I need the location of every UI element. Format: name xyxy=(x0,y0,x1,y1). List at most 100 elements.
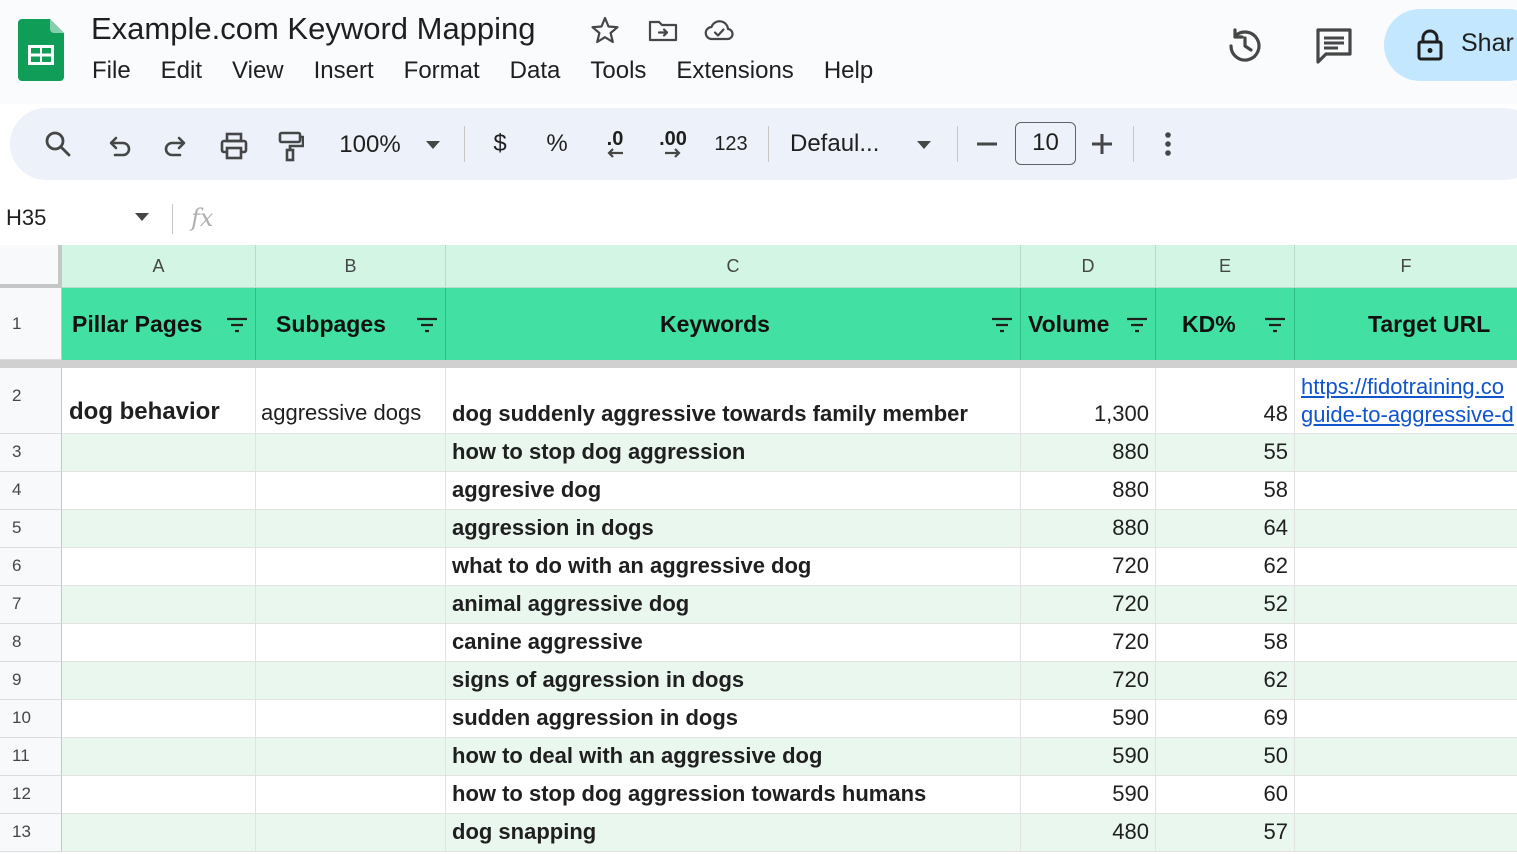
menu-tools[interactable]: Tools xyxy=(590,57,646,85)
filter-icon[interactable] xyxy=(226,317,248,333)
cell-target-url[interactable] xyxy=(1295,548,1517,586)
formula-input[interactable] xyxy=(230,204,1510,236)
cell-keyword[interactable]: how to deal with an aggressive dog xyxy=(446,738,1021,776)
cell-kd[interactable]: 60 xyxy=(1156,776,1295,814)
cell-kd[interactable]: 64 xyxy=(1156,510,1295,548)
cell-kd[interactable]: 58 xyxy=(1156,472,1295,510)
cell-pillar[interactable] xyxy=(62,548,256,586)
cell-kd[interactable]: 58 xyxy=(1156,624,1295,662)
cell-pillar[interactable] xyxy=(62,776,256,814)
cell-pillar[interactable] xyxy=(62,624,256,662)
cell-keyword[interactable]: what to do with an aggressive dog xyxy=(446,548,1021,586)
font-family-select[interactable]: Defaul... xyxy=(790,108,898,180)
cell-subpage[interactable] xyxy=(256,738,446,776)
chevron-down-icon[interactable] xyxy=(134,212,150,222)
font-dropdown-button[interactable] xyxy=(911,109,937,181)
menu-edit[interactable]: Edit xyxy=(161,57,202,85)
cell-pillar[interactable] xyxy=(62,434,256,472)
row-header-12[interactable]: 12 xyxy=(0,776,62,814)
cell-pillar[interactable] xyxy=(62,510,256,548)
cell-target-url[interactable] xyxy=(1295,586,1517,624)
row-header-3[interactable]: 3 xyxy=(0,434,62,472)
cell-kd[interactable]: 55 xyxy=(1156,434,1295,472)
row-header-6[interactable]: 6 xyxy=(0,548,62,586)
menu-view[interactable]: View xyxy=(232,57,284,85)
cell-target-url[interactable] xyxy=(1295,738,1517,776)
row-header-13[interactable]: 13 xyxy=(0,814,62,852)
cell-kd[interactable]: 50 xyxy=(1156,738,1295,776)
redo-button[interactable] xyxy=(159,110,193,182)
document-title[interactable]: Example.com Keyword Mapping xyxy=(91,11,536,47)
cell-keyword[interactable]: how to stop dog aggression xyxy=(446,434,1021,472)
cell-keyword[interactable]: sudden aggression in dogs xyxy=(446,700,1021,738)
increase-decimal-button[interactable]: .00 xyxy=(652,108,694,180)
row-header-11[interactable]: 11 xyxy=(0,738,62,776)
select-all-corner[interactable] xyxy=(0,245,62,288)
target-url-link[interactable]: https://fidotraining.co xyxy=(1301,373,1517,401)
header-cell-subpages[interactable]: Subpages xyxy=(256,288,446,360)
row-header-7[interactable]: 7 xyxy=(0,586,62,624)
cell-volume[interactable]: 720 xyxy=(1021,624,1156,662)
cell-target-url[interactable] xyxy=(1295,472,1517,510)
cell-subpage[interactable] xyxy=(256,624,446,662)
cell-subpage[interactable] xyxy=(256,700,446,738)
menu-extensions[interactable]: Extensions xyxy=(676,57,793,85)
header-cell-target-url[interactable]: Target URL xyxy=(1295,288,1517,360)
cell-subpage[interactable] xyxy=(256,662,446,700)
cell-pillar[interactable]: dog behavior xyxy=(62,368,256,434)
cell-volume[interactable]: 720 xyxy=(1021,662,1156,700)
cell-target-url[interactable] xyxy=(1295,434,1517,472)
cell-target-url[interactable] xyxy=(1295,510,1517,548)
header-cell-pillar-pages[interactable]: Pillar Pages xyxy=(62,288,256,360)
cell-pillar[interactable] xyxy=(62,738,256,776)
column-header-d[interactable]: D xyxy=(1021,245,1156,288)
cell-subpage[interactable] xyxy=(256,586,446,624)
cell-volume[interactable]: 720 xyxy=(1021,548,1156,586)
row-header-1[interactable]: 1 xyxy=(0,288,62,360)
cell-pillar[interactable] xyxy=(62,700,256,738)
format-currency-button[interactable]: $ xyxy=(484,108,516,180)
menu-file[interactable]: File xyxy=(92,57,131,85)
cell-subpage[interactable] xyxy=(256,814,446,852)
cell-pillar[interactable] xyxy=(62,472,256,510)
cloud-saved-icon[interactable] xyxy=(703,14,735,46)
menu-format[interactable]: Format xyxy=(404,57,480,85)
filter-icon[interactable] xyxy=(416,317,438,333)
filter-icon[interactable] xyxy=(991,317,1013,333)
menu-help[interactable]: Help xyxy=(824,57,873,85)
frozen-rows-divider[interactable] xyxy=(0,360,1517,368)
cell-subpage[interactable] xyxy=(256,434,446,472)
header-cell-kd[interactable]: KD% xyxy=(1156,288,1295,360)
cell-target-url[interactable] xyxy=(1295,814,1517,852)
cell-volume[interactable]: 1,300 xyxy=(1021,368,1156,434)
comments-icon[interactable] xyxy=(1312,24,1356,68)
column-header-c[interactable]: C xyxy=(446,245,1021,288)
increase-font-size-button[interactable] xyxy=(1088,108,1116,180)
column-header-f[interactable]: F xyxy=(1295,245,1517,288)
cell-volume[interactable]: 590 xyxy=(1021,738,1156,776)
print-button[interactable] xyxy=(216,110,252,182)
cell-subpage[interactable] xyxy=(256,548,446,586)
header-cell-volume[interactable]: Volume xyxy=(1021,288,1156,360)
menu-insert[interactable]: Insert xyxy=(314,57,374,85)
cell-kd[interactable]: 69 xyxy=(1156,700,1295,738)
cell-keyword[interactable]: canine aggressive xyxy=(446,624,1021,662)
cell-subpage[interactable] xyxy=(256,472,446,510)
cell-subpage[interactable] xyxy=(256,776,446,814)
move-to-folder-icon[interactable] xyxy=(647,14,679,46)
cell-volume[interactable]: 720 xyxy=(1021,586,1156,624)
cell-keyword[interactable]: aggresive dog xyxy=(446,472,1021,510)
cell-target-url[interactable] xyxy=(1295,700,1517,738)
cell-subpage[interactable] xyxy=(256,510,446,548)
cell-keyword[interactable]: how to stop dog aggression towards human… xyxy=(446,776,1021,814)
cell-volume[interactable]: 480 xyxy=(1021,814,1156,852)
undo-button[interactable] xyxy=(102,110,136,182)
cell-volume[interactable]: 590 xyxy=(1021,700,1156,738)
decrease-font-size-button[interactable] xyxy=(973,108,1001,180)
search-menus-button[interactable] xyxy=(40,108,76,180)
filter-icon[interactable] xyxy=(1126,317,1148,333)
column-header-b[interactable]: B xyxy=(256,245,446,288)
cell-keyword[interactable]: dog suddenly aggressive towards family m… xyxy=(446,368,1021,434)
cell-volume[interactable]: 880 xyxy=(1021,472,1156,510)
zoom-select[interactable]: 100% xyxy=(330,109,410,181)
